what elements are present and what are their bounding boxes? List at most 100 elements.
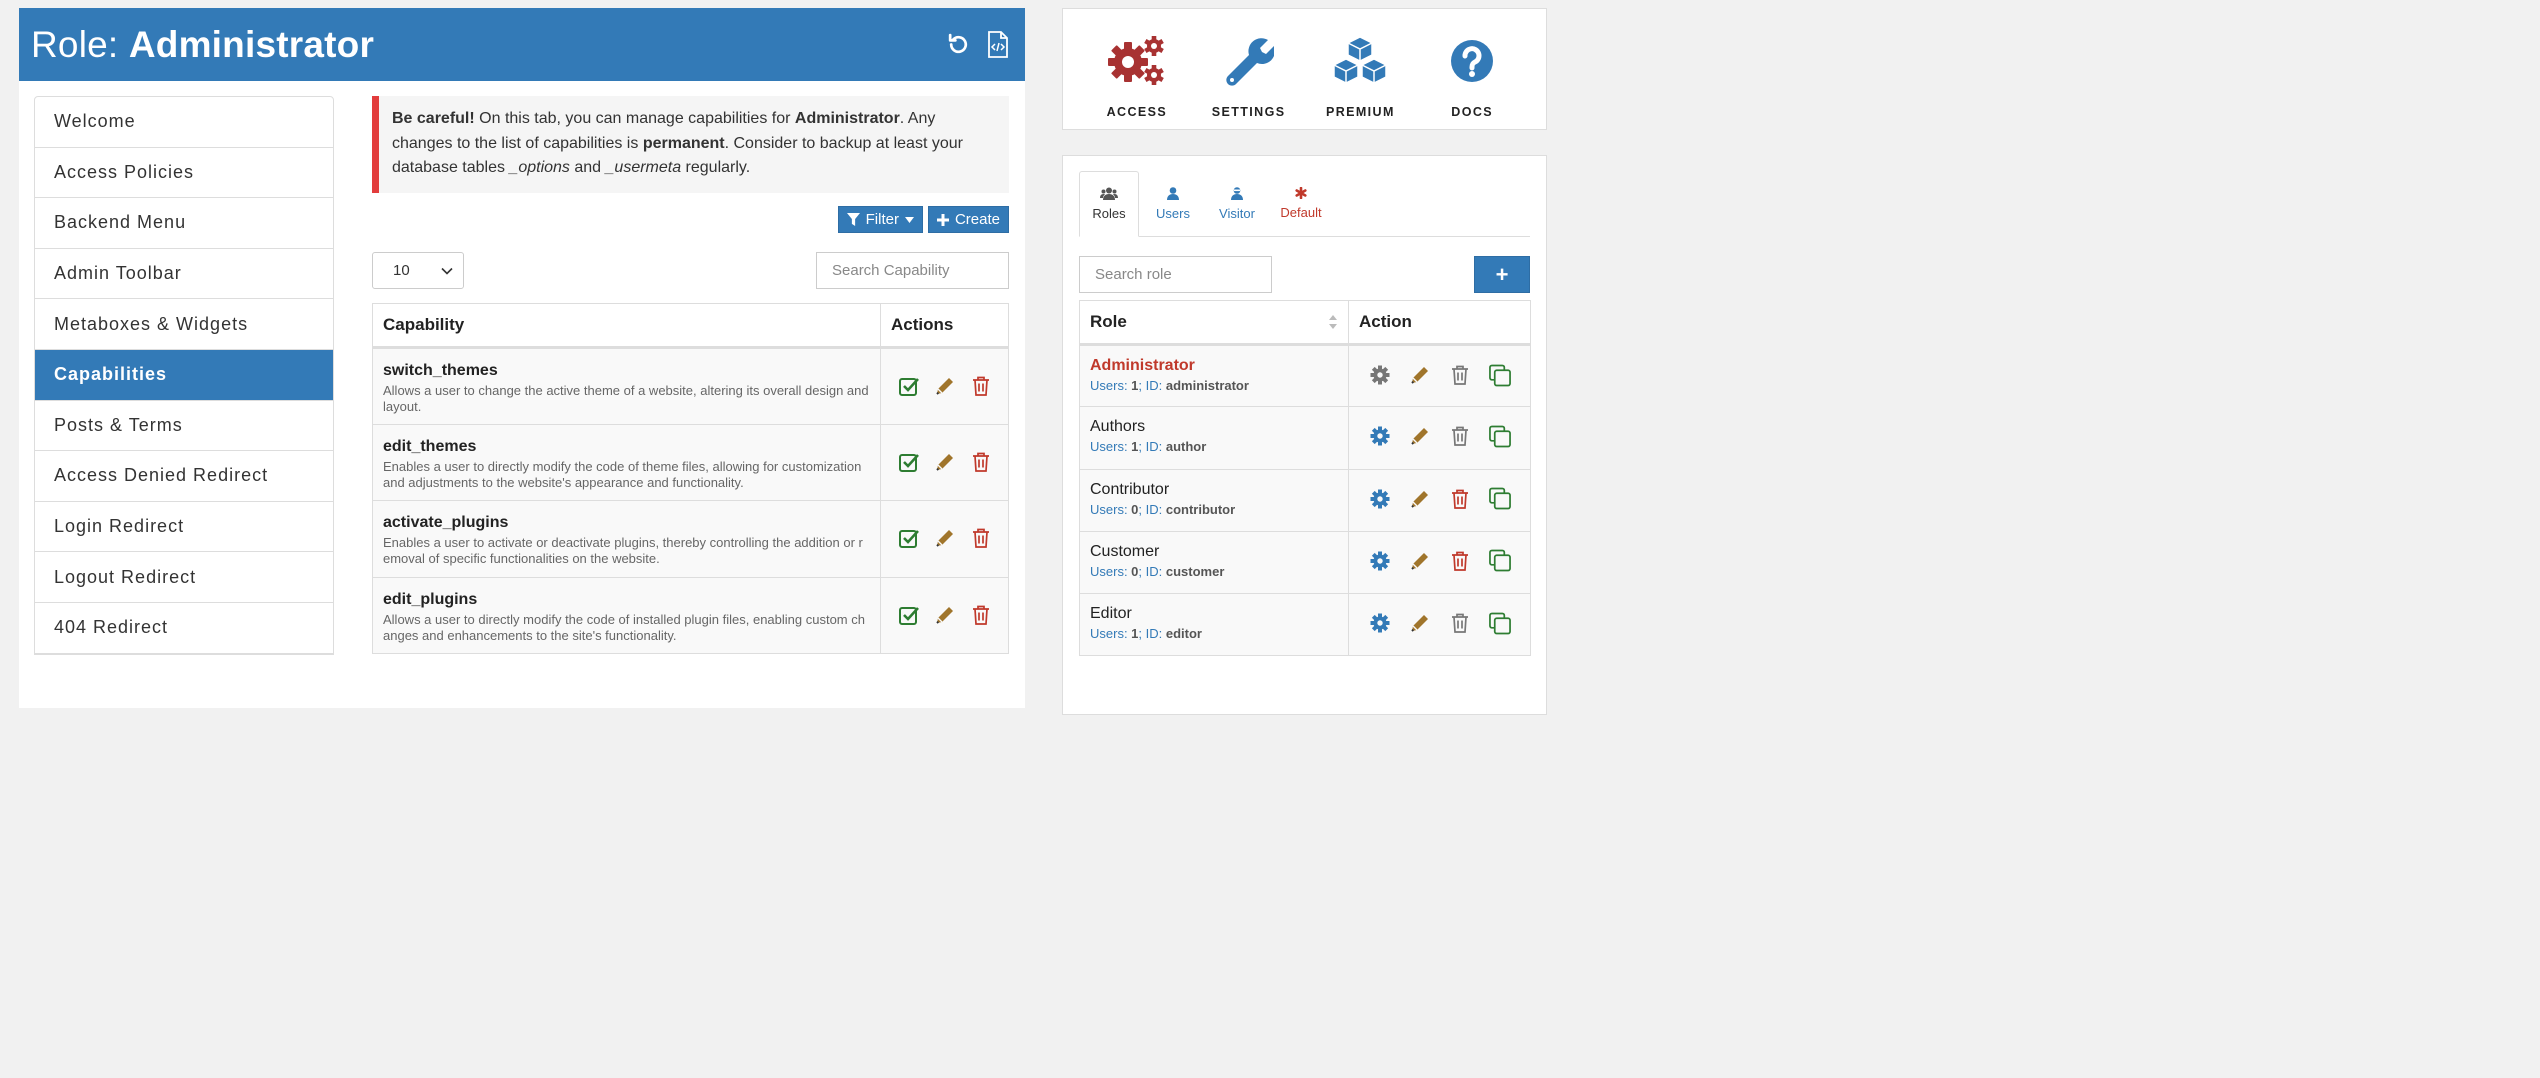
access-link[interactable]: ACCESS: [1087, 9, 1187, 129]
role-name[interactable]: Authors: [1080, 407, 1348, 436]
table-row: Customer Users: 0; ID: customer: [1079, 530, 1531, 595]
role-meta: Users: 1; ID: editor: [1090, 626, 1202, 642]
sidebar-item-admin-toolbar[interactable]: Admin Toolbar: [35, 249, 333, 300]
settings-link[interactable]: SETTINGS: [1199, 9, 1299, 129]
tab-users[interactable]: Users: [1143, 171, 1203, 236]
manage-gear-icon[interactable]: [1369, 612, 1391, 634]
delete-trash-icon[interactable]: [1449, 425, 1471, 447]
capabilities-content: Be careful! On this tab, you can manage …: [372, 96, 1009, 654]
delete-trash-icon[interactable]: [970, 527, 992, 549]
delete-trash-icon[interactable]: [1449, 488, 1471, 510]
manage-gear-icon[interactable]: [1369, 488, 1391, 510]
edit-pencil-icon[interactable]: [1409, 612, 1431, 634]
edit-pencil-icon[interactable]: [934, 375, 956, 397]
column-header-capability: Capability: [372, 303, 881, 349]
role-actions-cell: [1348, 530, 1531, 595]
manage-gear-icon[interactable]: [1369, 364, 1391, 386]
role-header: Role: Administrator: [19, 8, 1025, 81]
edit-pencil-icon[interactable]: [934, 451, 956, 473]
capability-description: Allows a user to directly modify the cod…: [383, 611, 865, 643]
manage-gear-icon[interactable]: [1369, 425, 1391, 447]
role-meta: Users: 1; ID: author: [1090, 439, 1207, 455]
clone-icon[interactable]: [1489, 364, 1511, 386]
column-header-role[interactable]: Role: [1079, 300, 1349, 346]
edit-pencil-icon[interactable]: [934, 527, 956, 549]
manage-gear-icon[interactable]: [1369, 550, 1391, 572]
filter-button[interactable]: Filter: [837, 206, 923, 233]
question-circle-icon: [1451, 40, 1494, 82]
clone-icon[interactable]: [1489, 612, 1511, 635]
capability-cell: edit_plugins Allows a user to directly m…: [372, 576, 881, 654]
role-meta: Users: 1; ID: administrator: [1090, 378, 1249, 393]
sidebar-item-access-denied-redirect[interactable]: Access Denied Redirect: [35, 451, 333, 502]
roles-table: Role Action Administrator Users: 1; ID: …: [1079, 300, 1531, 657]
search-capability-input[interactable]: [816, 252, 1009, 289]
granted-checkbox-icon[interactable]: [898, 451, 920, 473]
subject-tabs: Roles Users Visitor Default: [1079, 171, 1530, 237]
docs-link[interactable]: DOCS: [1422, 9, 1522, 129]
edit-pencil-icon[interactable]: [1409, 550, 1431, 572]
capability-name: edit_themes: [383, 437, 477, 455]
sidebar-item-backend-menu[interactable]: Backend Menu: [35, 198, 333, 249]
add-role-button[interactable]: +: [1474, 256, 1530, 293]
clone-icon[interactable]: [1489, 487, 1511, 510]
search-role-input[interactable]: [1079, 256, 1272, 293]
edit-pencil-icon[interactable]: [1409, 425, 1431, 447]
clone-icon[interactable]: [1489, 549, 1511, 572]
create-button[interactable]: Create: [927, 206, 1009, 233]
role-cell: Authors Users: 1; ID: author: [1079, 406, 1349, 470]
sidebar-item-posts-terms[interactable]: Posts & Terms: [35, 401, 333, 452]
actions-cell: [880, 423, 1009, 501]
caret-down-icon: [904, 216, 914, 223]
granted-checkbox-icon[interactable]: [898, 604, 920, 626]
sidebar-item-metaboxes-widgets[interactable]: Metaboxes & Widgets: [35, 299, 333, 350]
quick-links-card: ACCESS SETTINGS PREMIUM DOCS: [1062, 8, 1547, 130]
role-actions-cell: [1348, 343, 1531, 408]
granted-checkbox-icon[interactable]: [898, 527, 920, 549]
premium-link[interactable]: PREMIUM: [1310, 9, 1410, 129]
table-row: Administrator Users: 1; ID: administrato…: [1079, 343, 1531, 408]
delete-trash-icon[interactable]: [970, 604, 992, 626]
sidebar-item-logout-redirect[interactable]: Logout Redirect: [35, 552, 333, 603]
sidebar-item-welcome[interactable]: Welcome: [35, 97, 333, 148]
table-row: Contributor Users: 0; ID: contributor: [1079, 468, 1531, 532]
page-size-select[interactable]: 10: [372, 252, 464, 289]
sidebar-item-login-redirect[interactable]: Login Redirect: [35, 502, 333, 553]
actions-cell: [880, 500, 1009, 578]
granted-checkbox-icon[interactable]: [898, 375, 920, 397]
capability-cell: edit_themes Enables a user to directly m…: [372, 423, 881, 501]
reset-icon[interactable]: [945, 32, 971, 58]
main-panel: Role: Administrator Welcome Access Polici…: [19, 8, 1025, 708]
role-meta: Users: 0; ID: customer: [1090, 563, 1225, 579]
capability-cell: switch_themes Allows a user to change th…: [372, 347, 881, 425]
role-meta: Users: 0; ID: contributor: [1090, 501, 1236, 517]
delete-trash-icon[interactable]: [970, 375, 992, 397]
edit-pencil-icon[interactable]: [1409, 488, 1431, 510]
code-file-icon[interactable]: [985, 31, 1011, 58]
column-header-action: Action: [1348, 300, 1531, 346]
role-name[interactable]: Administrator: [1080, 346, 1348, 375]
tab-roles[interactable]: Roles: [1079, 171, 1139, 237]
clone-icon[interactable]: [1489, 425, 1511, 448]
capability-name: activate_plugins: [383, 514, 509, 531]
table-row: switch_themes Allows a user to change th…: [372, 347, 1009, 425]
delete-trash-icon[interactable]: [970, 451, 992, 473]
edit-pencil-icon[interactable]: [1409, 364, 1431, 386]
tab-default[interactable]: Default: [1271, 171, 1331, 236]
capability-description: Allows a user to change the active theme…: [383, 383, 869, 414]
wrench-icon: [1225, 38, 1274, 86]
delete-trash-icon[interactable]: [1449, 364, 1471, 386]
role-cell: Customer Users: 0; ID: customer: [1079, 530, 1349, 595]
sidebar-item-404-redirect[interactable]: 404 Redirect: [35, 603, 333, 654]
sidebar-item-access-policies[interactable]: Access Policies: [35, 148, 333, 199]
role-name[interactable]: Customer: [1080, 532, 1348, 561]
role-name[interactable]: Editor: [1080, 594, 1348, 623]
edit-pencil-icon[interactable]: [934, 604, 956, 626]
role-actions-cell: [1348, 593, 1531, 657]
sidebar-item-capabilities[interactable]: Capabilities: [35, 349, 333, 401]
role-name[interactable]: Contributor: [1080, 470, 1348, 499]
delete-trash-icon[interactable]: [1449, 612, 1471, 634]
sidebar-menu: Welcome Access Policies Backend Menu Admin …: [34, 96, 334, 655]
delete-trash-icon[interactable]: [1449, 550, 1471, 572]
tab-visitor[interactable]: Visitor: [1207, 171, 1267, 236]
